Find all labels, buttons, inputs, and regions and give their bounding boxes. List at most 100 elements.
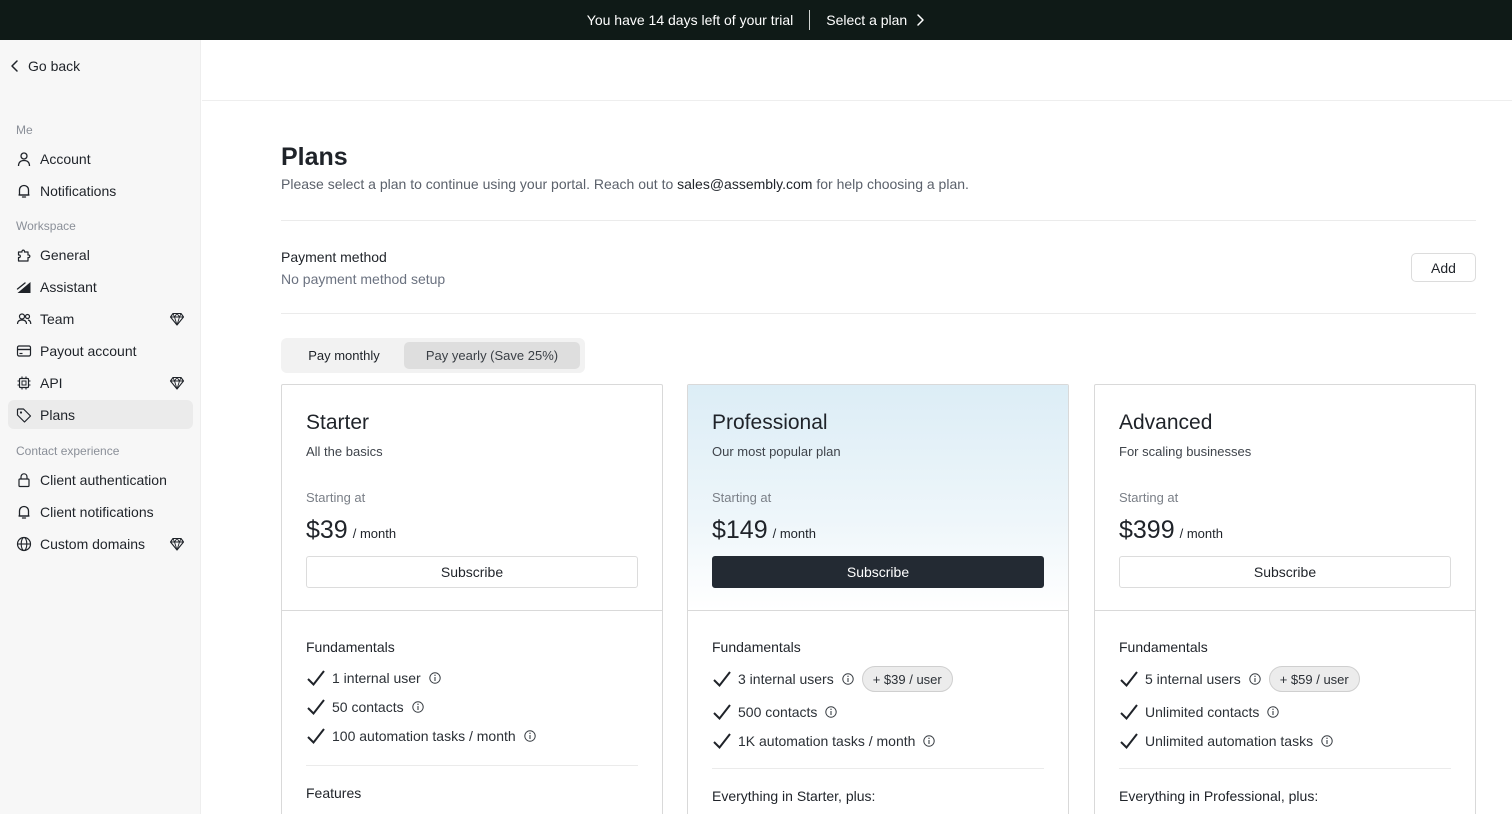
sidebar-item-client-notifications[interactable]: Client notifications (8, 497, 193, 526)
subscribe-button[interactable]: Subscribe (306, 556, 638, 588)
plan-card-header: Professional Our most popular plan Start… (688, 385, 1068, 611)
sidebar-item-client-authentication[interactable]: Client authentication (8, 465, 193, 494)
info-icon[interactable] (411, 701, 424, 713)
feature-item: 1K automation tasks / month (712, 731, 936, 751)
info-icon[interactable] (1321, 735, 1333, 747)
sidebar-item-team[interactable]: Team (8, 304, 193, 333)
everything-in-section-title: Everything in Professional, plus: (1119, 788, 1319, 804)
diamond-icon (169, 537, 185, 551)
plan-price: $39 / month (306, 516, 396, 545)
feature-label: 1 internal user (332, 670, 421, 686)
divider (281, 220, 1476, 221)
check-icon (713, 704, 731, 721)
sidebar-item-assistant[interactable]: Assistant (8, 272, 193, 301)
plan-tagline: All the basics (306, 444, 383, 459)
payment-method-title: Payment method (281, 249, 387, 265)
sales-email: sales@assembly.com (677, 176, 813, 192)
feature-item: 5 internal users + $59 / user (1119, 666, 1360, 692)
starting-at-label: Starting at (306, 490, 366, 505)
feature-item: 1 internal user (306, 668, 441, 688)
page-title: Plans (281, 143, 348, 171)
info-icon[interactable] (1267, 706, 1280, 718)
starting-at-label: Starting at (712, 490, 772, 505)
banner-separator (809, 10, 811, 30)
go-back-label: Go back (28, 58, 81, 74)
feature-label: 1K automation tasks / month (738, 733, 916, 749)
feature-item: 500 contacts (712, 702, 838, 722)
user-icon (16, 151, 32, 167)
plan-card-header: Advanced For scaling businesses Starting… (1095, 385, 1475, 611)
info-icon[interactable] (842, 673, 854, 685)
pay-yearly-option[interactable]: Pay yearly (Save 25%) (404, 342, 580, 369)
plan-price: $149 / month (712, 516, 816, 545)
check-icon (1120, 671, 1138, 688)
subscribe-button[interactable]: Subscribe (712, 556, 1044, 588)
sidebar-item-payout-account[interactable]: Payout account (8, 336, 193, 365)
info-icon[interactable] (429, 672, 441, 684)
team-icon (16, 311, 32, 327)
feature-label: Unlimited automation tasks (1145, 733, 1314, 749)
puzzle-icon (16, 247, 32, 263)
feature-item: 3 internal users + $39 / user (712, 666, 953, 692)
price-period: / month (1179, 526, 1223, 541)
sidebar-item-general[interactable]: General (8, 240, 193, 269)
plan-name: Advanced (1119, 411, 1213, 434)
sidebar-item-custom-domains[interactable]: Custom domains (8, 529, 193, 558)
card-divider (306, 765, 638, 766)
sidebar-item-label: General (40, 246, 90, 263)
feature-label: 3 internal users (738, 671, 834, 687)
user-addon-badge: + $39 / user (861, 666, 953, 692)
check-icon (307, 699, 325, 716)
info-icon[interactable] (825, 706, 838, 718)
plan-card-starter: Starter All the basics Starting at $39 / … (281, 384, 663, 814)
add-payment-method-button[interactable]: Add (1411, 253, 1476, 282)
top-bar (202, 40, 1512, 101)
pay-monthly-option[interactable]: Pay monthly (286, 342, 402, 369)
plan-price: $399 / month (1119, 516, 1223, 545)
sidebar-item-label: API (40, 374, 63, 391)
chevron-right-icon (917, 14, 924, 26)
everything-in-section-title: Everything in Starter, plus: (712, 788, 876, 804)
user-addon-badge: + $59 / user (1268, 666, 1360, 692)
plan-tagline: For scaling businesses (1119, 444, 1252, 459)
chip-icon (16, 375, 32, 391)
info-icon[interactable] (523, 730, 536, 742)
chevron-left-icon (11, 60, 18, 72)
feature-label: 100 automation tasks / month (332, 728, 516, 744)
check-icon (307, 728, 325, 745)
price-period: / month (352, 526, 397, 541)
select-plan-link[interactable]: Select a plan (826, 12, 925, 28)
lock-icon (16, 472, 32, 488)
description-text-end: for help choosing a plan. (812, 176, 969, 192)
info-icon[interactable] (923, 735, 936, 747)
sidebar-item-account[interactable]: Account (8, 144, 193, 173)
price-period: / month (772, 526, 816, 541)
select-plan-label: Select a plan (826, 12, 908, 28)
check-icon (307, 670, 325, 687)
sidebar-item-label: Payout account (40, 342, 137, 359)
feature-item: Unlimited automation tasks (1119, 731, 1333, 751)
card-divider (1119, 768, 1451, 769)
plan-name: Starter (306, 411, 370, 434)
divider (281, 313, 1476, 314)
sidebar-item-label: Plans (40, 406, 76, 423)
trial-banner: You have 14 days left of your trial Sele… (0, 0, 1512, 40)
plan-card-professional: Professional Our most popular plan Start… (687, 384, 1069, 814)
sidebar-item-plans[interactable]: Plans (8, 400, 193, 429)
fundamentals-title: Fundamentals (1119, 639, 1208, 655)
sidebar-item-notifications[interactable]: Notifications (8, 176, 193, 205)
feature-label: 500 contacts (738, 704, 818, 720)
plan-name: Professional (712, 411, 828, 434)
info-icon[interactable] (1249, 673, 1261, 685)
billing-period-toggle: Pay monthly Pay yearly (Save 25%) (281, 338, 585, 373)
sidebar-item-label: Notifications (40, 182, 117, 199)
plan-card-advanced: Advanced For scaling businesses Starting… (1094, 384, 1476, 814)
sidebar-item-api[interactable]: API (8, 368, 193, 397)
sidebar-item-label: Custom domains (40, 535, 146, 552)
go-back-button[interactable]: Go back (10, 58, 80, 74)
subscribe-button[interactable]: Subscribe (1119, 556, 1451, 588)
fundamentals-title: Fundamentals (306, 639, 395, 655)
starting-at-label: Starting at (1119, 490, 1179, 505)
card-divider (712, 768, 1044, 769)
sidebar-item-label: Client notifications (40, 503, 154, 520)
